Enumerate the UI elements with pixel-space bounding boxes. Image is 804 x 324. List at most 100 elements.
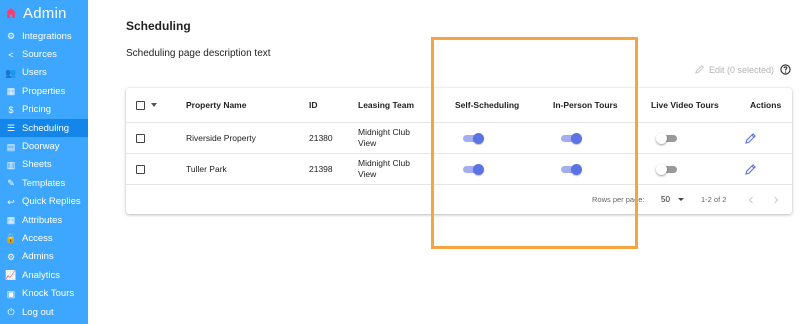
sidebar-item-label: Knock Tours — [22, 288, 75, 300]
row-checkbox[interactable] — [136, 164, 145, 174]
self-scheduling-toggle[interactable] — [462, 163, 484, 175]
leasing-team-line: Midnight Club — [358, 158, 410, 168]
leasing-team-line: View — [358, 138, 377, 148]
table-header-row: Property Name ID Leasing Team Self-Sched… — [126, 88, 792, 123]
home-icon — [5, 7, 17, 19]
rows-per-page-value: 50 — [661, 195, 670, 204]
chevron-down-icon[interactable] — [151, 103, 157, 107]
sidebar-item-pricing[interactable]: $ Pricing — [0, 101, 88, 119]
book-icon: ▣ — [6, 288, 16, 299]
header-property-name[interactable]: Property Name — [186, 88, 246, 122]
sidebar-item-knock-tours[interactable]: ▣ Knock Tours — [0, 284, 88, 302]
sidebar-item-scheduling[interactable]: ☰ Scheduling — [0, 118, 88, 138]
sidebar-item-admins[interactable]: ⚙ Admins — [0, 248, 88, 266]
edit-pencil-icon[interactable] — [744, 132, 757, 145]
sidebar-item-integrations[interactable]: ⚙ Integrations — [0, 27, 88, 45]
lock-icon: 🔒 — [5, 233, 17, 244]
leasing-team-line: Midnight Club — [358, 127, 410, 137]
chevron-down-icon — [677, 198, 684, 201]
edit-pencil-icon[interactable] — [744, 163, 757, 176]
sidebar-item-analytics[interactable]: 📈 Analytics — [0, 266, 88, 284]
admins-icon: ⚙ — [6, 251, 16, 262]
previous-page-icon[interactable] — [746, 195, 756, 205]
table-row: Riverside Property 21380 Midnight Club V… — [126, 123, 792, 154]
id-cell: 21398 — [309, 164, 333, 174]
brand-title: Admin — [23, 4, 67, 22]
toggle-thumb — [656, 132, 667, 144]
row-checkbox[interactable] — [136, 133, 145, 143]
power-icon: ⏻ — [7, 307, 15, 318]
toggle-thumb — [473, 132, 484, 144]
sidebar-item-label: Users — [22, 67, 47, 79]
sidebar-item-label: Log out — [22, 306, 54, 318]
sidebar-item-label: Quick Replies — [22, 196, 81, 208]
toggle-thumb — [571, 132, 582, 144]
edit-selected-label: Edit (0 selected) — [709, 64, 775, 75]
pencil-icon — [694, 64, 705, 75]
sidebar-item-sheets[interactable]: ▥ Sheets — [0, 156, 88, 174]
select-all-checkbox[interactable] — [136, 100, 145, 110]
sidebar: Admin ⚙ Integrations < Sources 👥 Users ▦ Proper… — [0, 0, 88, 324]
in-person-tours-toggle[interactable] — [560, 132, 582, 144]
sidebar-item-properties[interactable]: ▦ Properties — [0, 82, 88, 100]
sliders-icon: ☰ — [6, 123, 16, 134]
scheduling-table: Property Name ID Leasing Team Self-Sched… — [126, 88, 792, 214]
live-video-tours-toggle[interactable] — [656, 163, 678, 175]
sidebar-item-sources[interactable]: < Sources — [0, 45, 88, 63]
property-name-cell: Tuller Park — [186, 164, 227, 174]
next-page-icon[interactable] — [771, 195, 781, 205]
table-pagination: Rows per page: 50 1-2 of 2 — [126, 185, 792, 214]
sidebar-item-users[interactable]: 👥 Users — [0, 64, 88, 82]
rows-per-page-select[interactable]: 50 — [661, 195, 684, 204]
page-title: Scheduling — [126, 19, 191, 33]
sidebar-item-label: Analytics — [22, 269, 61, 281]
sidebar-item-attributes[interactable]: ▦ Attributes — [0, 211, 88, 229]
sidebar-item-quick-replies[interactable]: ↩ Quick Replies — [0, 193, 88, 211]
header-self-scheduling[interactable]: Self-Scheduling — [455, 88, 519, 122]
sidebar-item-templates[interactable]: ✎ Templates — [0, 174, 88, 192]
calendar-icon: ▤ — [6, 141, 16, 152]
toggle-thumb — [473, 163, 484, 175]
sidebar-item-label: Pricing — [22, 104, 52, 116]
reply-icon: ↩ — [7, 196, 15, 207]
sidebar-item-doorway[interactable]: ▤ Doorway — [0, 137, 88, 155]
sidebar-item-label: Admins — [22, 251, 54, 263]
sidebar-item-label: Properties — [22, 85, 66, 97]
header-in-person-tours[interactable]: In-Person Tours — [553, 88, 618, 122]
sidebar-item-label: Doorway — [22, 141, 60, 153]
sidebar-nav: ⚙ Integrations < Sources 👥 Users ▦ Properties $ P… — [0, 27, 88, 321]
sheets-icon: ▥ — [6, 159, 16, 170]
pagination-range: 1-2 of 2 — [701, 195, 727, 204]
page-description: Scheduling page description text — [126, 48, 271, 59]
dollar-icon: $ — [8, 104, 14, 115]
select-all-control[interactable] — [136, 88, 157, 122]
header-live-video-tours[interactable]: Live Video Tours — [651, 88, 719, 122]
sidebar-item-label: Access — [22, 232, 53, 244]
sidebar-item-label: Scheduling — [22, 122, 70, 134]
sidebar-item-log-out[interactable]: ⏻ Log out — [0, 303, 88, 321]
live-video-tours-toggle[interactable] — [656, 132, 678, 144]
id-cell: 21380 — [309, 133, 333, 143]
self-scheduling-toggle[interactable] — [462, 132, 484, 144]
header-leasing-team[interactable]: Leasing Team — [358, 88, 414, 122]
table-row: Tuller Park 21398 Midnight Club View — [126, 154, 792, 185]
rows-per-page-label: Rows per page: — [592, 195, 645, 204]
sidebar-item-label: Integrations — [22, 30, 72, 42]
share-icon: < — [8, 49, 14, 60]
brand[interactable]: Admin — [0, 0, 88, 26]
integrations-icon: ⚙ — [6, 31, 16, 42]
header-id[interactable]: ID — [309, 88, 318, 122]
leasing-team-line: View — [358, 169, 377, 179]
users-icon: 👥 — [5, 67, 17, 78]
app-root: Admin ⚙ Integrations < Sources 👥 Users ▦ Proper… — [0, 0, 804, 324]
toggle-thumb — [656, 163, 667, 175]
sidebar-item-label: Attributes — [22, 214, 63, 226]
in-person-tours-toggle[interactable] — [560, 163, 582, 175]
edit-selected-button[interactable]: Edit (0 selected) — [694, 64, 774, 75]
building-icon: ▦ — [6, 86, 16, 97]
sidebar-item-access[interactable]: 🔒 Access — [0, 229, 88, 247]
help-icon[interactable] — [780, 64, 791, 75]
sidebar-item-label: Sheets — [22, 159, 52, 171]
header-actions: Actions — [750, 100, 782, 110]
toggle-thumb — [571, 163, 582, 175]
